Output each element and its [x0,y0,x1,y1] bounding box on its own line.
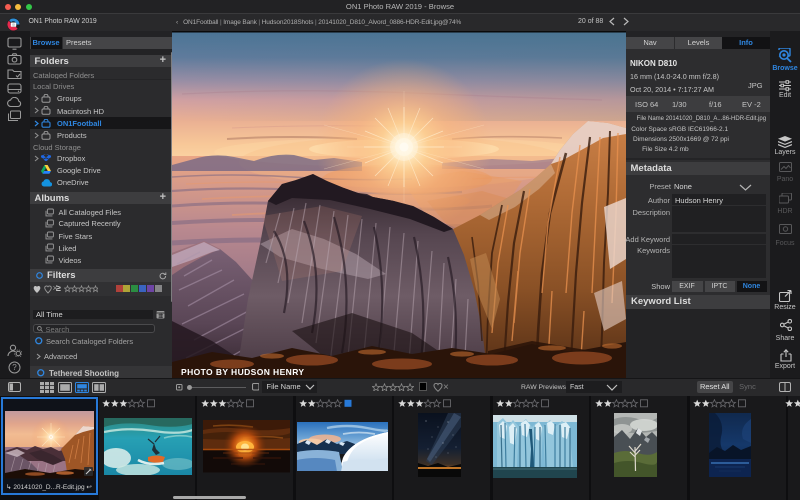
svg-text:PHOTO BY HUDSON HENRY: PHOTO BY HUDSON HENRY [181,367,304,377]
svg-text:?: ? [12,363,17,372]
